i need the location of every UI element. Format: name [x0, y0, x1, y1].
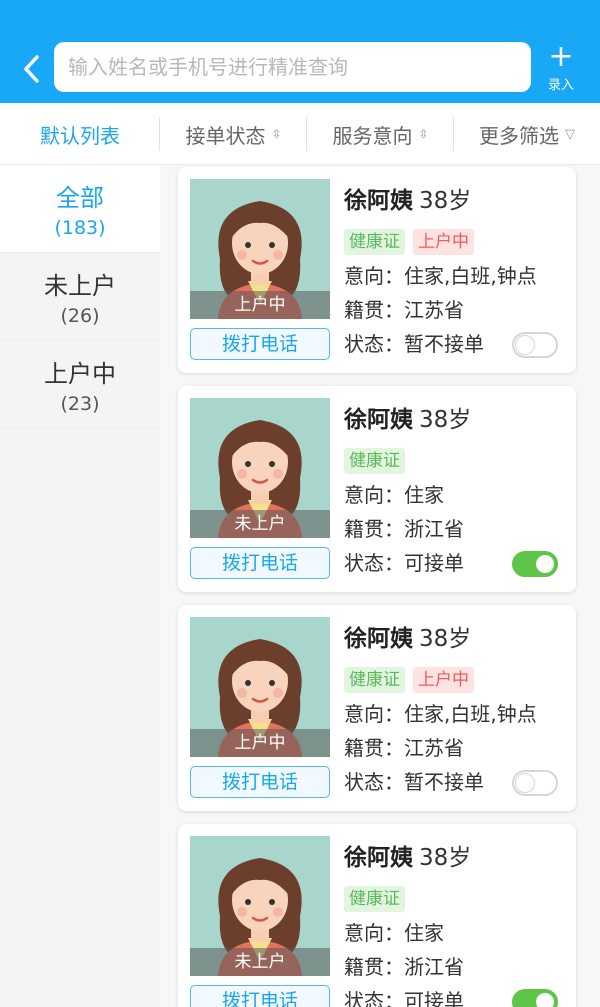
worker-name: 徐阿姨: [344, 188, 413, 214]
sidebar-item-all[interactable]: 全部 (183): [0, 165, 160, 253]
search-input[interactable]: [68, 55, 531, 79]
worker-name: 徐阿姨: [344, 626, 413, 652]
filter-service-intent[interactable]: 服务意向 ⇳: [307, 103, 454, 165]
add-entry-button[interactable]: + 录入: [540, 42, 582, 96]
tag-list: 健康证 上户中: [344, 667, 564, 693]
sort-caret-icon: ⇳: [271, 127, 282, 141]
filter-bar: 默认列表 接单状态 ⇳ 服务意向 ⇳ 更多筛选 ▽: [0, 103, 600, 165]
worker-list: 上户中 拨打电话 徐阿姨 38岁 健康证 上户中 意向：住家,白班,钟点 籍贯：江…: [160, 165, 600, 1007]
intent-row: 意向：住家: [344, 483, 444, 507]
worker-card[interactable]: 未上户 拨打电话 徐阿姨 38岁 健康证 意向：住家 籍贯：浙江省 状态：可接单: [178, 824, 576, 1007]
chevron-left-icon: [24, 55, 39, 83]
health-cert-badge: 健康证: [344, 667, 405, 693]
tag-list: 健康证: [344, 886, 564, 912]
sidebar-item-count: (26): [60, 305, 100, 327]
filter-default[interactable]: 默认列表: [0, 103, 160, 165]
placement-badge: 上户中: [413, 229, 474, 255]
top-header: + 录入: [0, 0, 600, 103]
plus-icon: +: [548, 39, 574, 74]
intent-row: 意向：住家,白班,钟点: [344, 264, 537, 288]
placement-stamp: 上户中: [190, 729, 330, 757]
origin-row: 籍贯：浙江省: [344, 955, 464, 979]
worker-avatar: 未上户: [190, 398, 330, 538]
worker-card[interactable]: 上户中 拨打电话 徐阿姨 38岁 健康证 上户中 意向：住家,白班,钟点 籍贯：江…: [178, 167, 576, 373]
call-button[interactable]: 拨打电话: [190, 985, 330, 1007]
filter-order-status[interactable]: 接单状态 ⇳: [160, 103, 307, 165]
health-cert-badge: 健康证: [344, 448, 405, 474]
availability-toggle[interactable]: [512, 770, 558, 796]
worker-info: 徐阿姨 38岁 健康证 上户中 意向：住家,白班,钟点 籍贯：江苏省 状态：暂不接…: [344, 619, 564, 795]
call-button[interactable]: 拨打电话: [190, 547, 330, 579]
worker-avatar: 上户中: [190, 617, 330, 757]
availability-toggle[interactable]: [512, 332, 558, 358]
placement-stamp: 未上户: [190, 510, 330, 538]
filter-service-intent-label: 服务意向: [332, 123, 413, 148]
worker-info: 徐阿姨 38岁 健康证 意向：住家 籍贯：浙江省 状态：可接单: [344, 400, 564, 576]
worker-info: 徐阿姨 38岁 健康证 意向：住家 籍贯：浙江省 状态：可接单: [344, 838, 564, 1007]
sidebar-item-label: 全部: [56, 184, 104, 212]
funnel-icon: ▽: [565, 126, 575, 142]
worker-card[interactable]: 上户中 拨打电话 徐阿姨 38岁 健康证 上户中 意向：住家,白班,钟点 籍贯：江…: [178, 605, 576, 811]
worker-age: 38岁: [419, 626, 472, 652]
worker-name: 徐阿姨: [344, 407, 413, 433]
filter-order-status-label: 接单状态: [185, 123, 266, 148]
sidebar-item-count: (23): [60, 393, 100, 415]
tag-list: 健康证 上户中: [344, 229, 564, 255]
filter-more-label: 更多筛选: [479, 123, 559, 148]
availability-toggle[interactable]: [512, 989, 558, 1007]
worker-age: 38岁: [419, 845, 472, 871]
worker-avatar: 上户中: [190, 179, 330, 319]
filter-default-label: 默认列表: [40, 123, 120, 148]
origin-row: 籍贯：江苏省: [344, 736, 464, 760]
sort-caret-icon: ⇳: [418, 127, 429, 141]
intent-row: 意向：住家,白班,钟点: [344, 702, 537, 726]
sidebar-item-label: 上户中: [44, 360, 116, 388]
filter-more[interactable]: 更多筛选 ▽: [454, 103, 600, 165]
search-box[interactable]: [54, 42, 531, 92]
worker-age: 38岁: [419, 407, 472, 433]
sidebar-item-label: 未上户: [44, 272, 116, 300]
call-button[interactable]: 拨打电话: [190, 328, 330, 360]
sidebar-item-not-placed[interactable]: 未上户 (26): [0, 253, 160, 341]
health-cert-badge: 健康证: [344, 229, 405, 255]
worker-name: 徐阿姨: [344, 845, 413, 871]
intent-row: 意向：住家: [344, 921, 444, 945]
sidebar-item-placed[interactable]: 上户中 (23): [0, 341, 160, 429]
origin-row: 籍贯：浙江省: [344, 517, 464, 541]
status-sidebar: 全部 (183) 未上户 (26) 上户中 (23): [0, 165, 160, 1007]
origin-row: 籍贯：江苏省: [344, 298, 464, 322]
availability-toggle[interactable]: [512, 551, 558, 577]
back-button[interactable]: [16, 52, 46, 86]
placement-stamp: 未上户: [190, 948, 330, 976]
worker-info: 徐阿姨 38岁 健康证 上户中 意向：住家,白班,钟点 籍贯：江苏省 状态：暂不接…: [344, 181, 564, 357]
worker-avatar: 未上户: [190, 836, 330, 976]
worker-age: 38岁: [419, 188, 472, 214]
worker-card[interactable]: 未上户 拨打电话 徐阿姨 38岁 健康证 意向：住家 籍贯：浙江省 状态：可接单: [178, 386, 576, 592]
tag-list: 健康证: [344, 448, 564, 474]
placement-badge: 上户中: [413, 667, 474, 693]
sidebar-item-count: (183): [54, 217, 106, 239]
add-entry-label: 录入: [547, 78, 574, 93]
call-button[interactable]: 拨打电话: [190, 766, 330, 798]
health-cert-badge: 健康证: [344, 886, 405, 912]
placement-stamp: 上户中: [190, 291, 330, 319]
